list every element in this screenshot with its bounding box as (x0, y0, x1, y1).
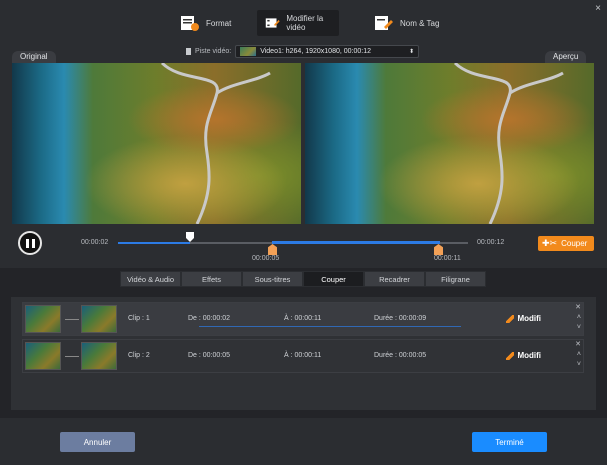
start-handle[interactable] (268, 244, 277, 255)
chevron-updown-icon: ⬍ (409, 49, 415, 55)
clip-start-thumbnail (25, 305, 61, 333)
remove-clip-icon[interactable]: ✕ (575, 340, 581, 349)
subtab-crop[interactable]: Recadrer (364, 271, 425, 287)
track-thumbnail (240, 47, 257, 56)
subtab-cut[interactable]: Couper (303, 271, 364, 287)
clip-to: À : 00:00:11 (284, 315, 322, 322)
done-button[interactable]: Terminé (472, 432, 547, 452)
pencil-icon (506, 314, 515, 323)
subtab-video-audio[interactable]: Vidéo & Audio (120, 271, 181, 287)
timeline-selection (272, 241, 440, 244)
format-icon (181, 16, 199, 31)
modify-button[interactable]: Modifi (506, 314, 541, 323)
clip-name: Clip : 1 (128, 315, 150, 322)
end-handle[interactable] (434, 244, 443, 255)
cancel-button[interactable]: Annuler (60, 432, 135, 452)
tab-edit-video[interactable]: Modifier la vidéo (257, 10, 339, 36)
clip-from: De : 00:00:02 (188, 315, 231, 322)
subtab-watermark[interactable]: Filigrane (425, 271, 486, 287)
end-time: 00:00:12 (477, 239, 505, 246)
cut-button[interactable]: ✚✂ Couper (538, 236, 594, 251)
original-label: Original (12, 51, 56, 63)
pause-icon (25, 238, 29, 248)
subtab-effects[interactable]: Effets (181, 271, 242, 287)
clip-from: De : 00:00:05 (188, 352, 231, 359)
track-label: Piste vidéo: (195, 48, 232, 55)
clip-row[interactable]: Clip : 1 De : 00:00:02 À : 00:00:11 Duré… (22, 302, 584, 336)
scissors-icon: ✚✂ (542, 238, 558, 248)
playhead[interactable] (186, 232, 194, 242)
clip-end-thumbnail (81, 305, 117, 333)
clip-to: À : 00:00:11 (284, 352, 322, 359)
original-video (12, 63, 301, 224)
timeline[interactable] (118, 241, 468, 244)
video-track: Piste vidéo: Video1: h264, 1920x1080, 00… (186, 45, 420, 58)
tab-format-label: Format (206, 18, 232, 28)
cut-label: Couper (561, 239, 588, 248)
clip-start-thumbnail (25, 342, 61, 370)
tab-name-tag[interactable]: Nom & Tag (366, 10, 447, 36)
remove-clip-icon[interactable]: ✕ (575, 303, 581, 312)
tab-format[interactable]: Format (172, 10, 239, 36)
end-mark-time: 00:00:11 (434, 255, 461, 262)
subtabs: Vidéo & Audio Effets Sous-titres Couper … (120, 271, 486, 287)
close-icon[interactable]: × (595, 3, 601, 14)
move-down-icon[interactable]: ˅ (577, 323, 581, 332)
pause-button[interactable] (18, 231, 42, 255)
current-time: 00:00:02 (81, 239, 109, 246)
clip-name: Clip : 2 (128, 352, 150, 359)
clip-duration: Durée : 00:00:05 (374, 352, 427, 359)
tab-name-tag-label: Nom & Tag (400, 18, 440, 28)
preview-video (305, 63, 594, 224)
subtab-subtitles[interactable]: Sous-titres (242, 271, 303, 287)
file-icon (186, 48, 191, 55)
edit-video-icon (265, 18, 280, 28)
clip-row[interactable]: Clip : 2 De : 00:00:05 À : 00:00:11 Duré… (22, 339, 584, 373)
clip-end-thumbnail (81, 342, 117, 370)
track-select[interactable]: Video1: h264, 1920x1080, 00:00:12 ⬍ (235, 45, 420, 58)
clip-duration: Durée : 00:00:09 (374, 315, 427, 322)
move-up-icon[interactable]: ˄ (577, 350, 581, 359)
track-value: Video1: h264, 1920x1080, 00:00:12 (260, 48, 371, 55)
tab-edit-video-label: Modifier la vidéo (286, 14, 324, 32)
modify-button[interactable]: Modifi (506, 351, 541, 360)
start-mark-time: 00:00:05 (252, 255, 280, 262)
move-up-icon[interactable]: ˄ (577, 313, 581, 322)
tag-icon (375, 16, 393, 30)
pencil-icon (506, 351, 515, 360)
move-down-icon[interactable]: ˅ (577, 360, 581, 369)
preview-label: Aperçu (545, 51, 587, 63)
